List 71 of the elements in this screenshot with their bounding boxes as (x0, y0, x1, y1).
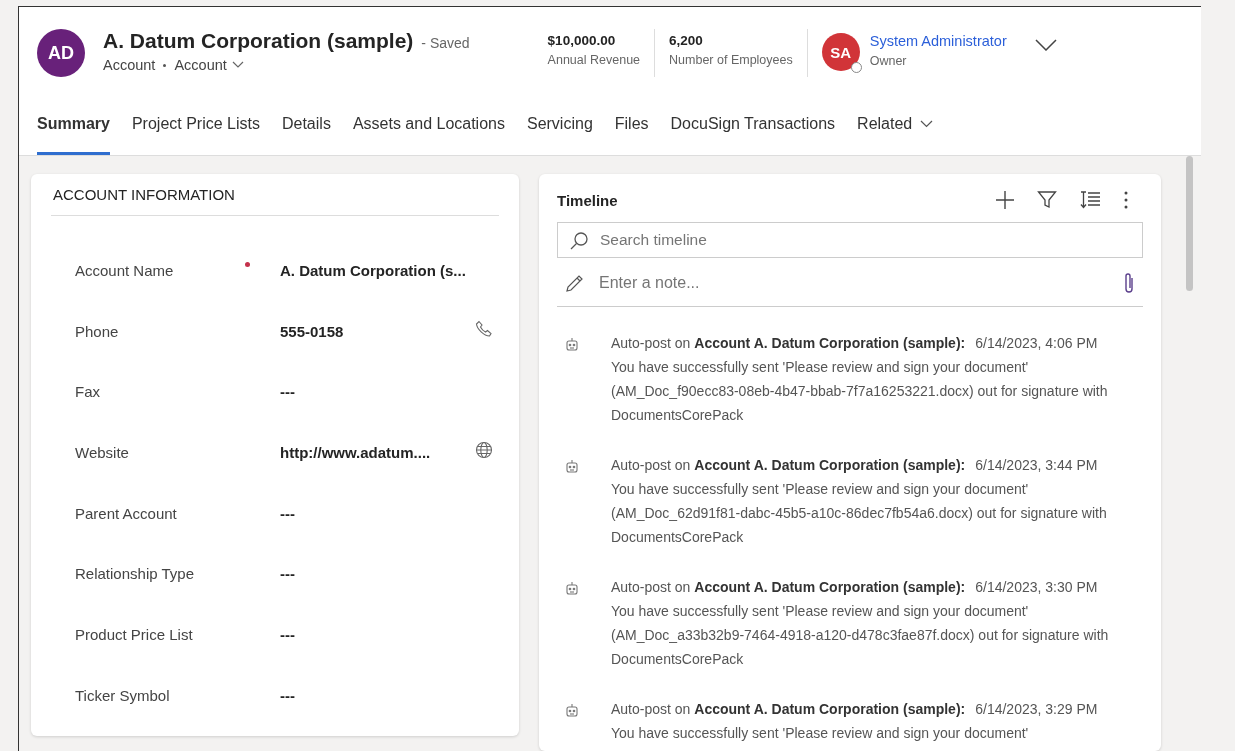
robot-icon (565, 703, 579, 719)
field-label: Fax (75, 383, 101, 401)
post-heading: Auto-post on Account A. Datum Corporation (sample): (611, 456, 966, 475)
scrollbar-thumb[interactable] (1186, 156, 1193, 291)
owner-link[interactable]: System Administrator (869, 33, 1007, 49)
tab[interactable]: Files (614, 93, 649, 155)
record-title: A. Datum Corporation (sample) (103, 29, 414, 53)
post-time: 6/14/2023, 3:29 PM (975, 700, 1098, 719)
form-selector[interactable]: Account (174, 57, 244, 73)
field-label: Phone (75, 322, 120, 340)
field-label: Ticker Symbol (75, 686, 171, 704)
field-label: Account Name (75, 261, 175, 279)
tab[interactable]: Related (857, 93, 934, 155)
field-value[interactable]: --- (280, 565, 475, 583)
field-label: Product Price List (75, 625, 194, 643)
chevron-down-icon[interactable] (1034, 39, 1057, 51)
field-value[interactable]: http://www.adatum.... (280, 443, 475, 461)
post-body: You have successfully sent 'Please review and sign your document' (AM_Doc_62d91f81-dabc-45b5-a10c-86dec7fb54a6.docx) out for signature with DocumentsCorePack (611, 480, 1108, 547)
tab[interactable]: DocuSign Transactions (670, 93, 836, 155)
tab[interactable]: Summary (37, 93, 110, 155)
post-body: You have successfully sent 'Please review and sign your document' (611, 724, 1030, 743)
sort-icon[interactable] (1079, 190, 1101, 210)
owner-avatar: SA (821, 33, 860, 71)
field-value[interactable]: --- (280, 504, 475, 522)
separator-dot-icon (163, 63, 167, 67)
header-field-label: Annual Revenue (547, 53, 641, 67)
account-avatar: AD (37, 29, 85, 77)
note-field[interactable]: Enter a note... (599, 274, 1109, 292)
more-icon[interactable] (1123, 190, 1129, 210)
header-field-label: Number of Employees (669, 53, 793, 67)
section-title: ACCOUNT INFORMATION (51, 186, 499, 216)
field-label: Relationship Type (75, 565, 195, 583)
entity-name: Account (103, 57, 156, 73)
pencil-icon (565, 273, 585, 293)
field-value[interactable]: --- (280, 625, 475, 643)
post-heading: Auto-post on Account A. Datum Corporation (sample): (611, 334, 966, 353)
search-field[interactable]: Search timeline (557, 222, 1143, 258)
globe-icon[interactable] (475, 441, 493, 460)
tab[interactable]: Project Price Lists (131, 93, 260, 155)
robot-icon (565, 581, 579, 597)
header-field-value: $10,000.00 (547, 33, 617, 48)
tab[interactable]: Details (281, 93, 331, 155)
paperclip-icon[interactable] (1123, 272, 1135, 294)
post-heading: Auto-post on Account A. Datum Corporation (sample): (611, 578, 966, 597)
save-status: - Saved (421, 35, 470, 51)
field-value[interactable]: --- (280, 383, 475, 401)
field-label: Parent Account (75, 504, 178, 522)
post-body: You have successfully sent 'Please review and sign your document' (AM_Doc_f90ecc83-08eb-4b47-bbab-7f7a16253221.docx) out for signature with DocumentsCorePack (611, 358, 1109, 425)
presence-icon (850, 62, 862, 73)
post-time: 6/14/2023, 4:06 PM (975, 334, 1098, 353)
chevron-down-icon (231, 61, 244, 69)
plus-icon[interactable] (995, 190, 1015, 210)
tab[interactable]: Servicing (526, 93, 593, 155)
timeline-title: Timeline (557, 191, 618, 209)
field-value[interactable]: 555-0158 (280, 322, 475, 340)
field-label: Website (75, 443, 130, 461)
tab[interactable]: Assets and Locations (352, 93, 505, 155)
post-time: 6/14/2023, 3:30 PM (975, 578, 1098, 597)
filter-icon[interactable] (1037, 190, 1057, 210)
owner-label: Owner (869, 54, 908, 68)
field-value[interactable]: --- (280, 686, 475, 704)
robot-icon (565, 459, 579, 475)
phone-icon[interactable] (475, 320, 493, 339)
post-body: You have successfully sent 'Please review and sign your document' (AM_Doc_a33b32b9-7464-4918-a120-d478c3fae87f.docx) out for signature with DocumentsCorePack (611, 602, 1110, 669)
field-value[interactable]: A. Datum Corporation (s... (280, 261, 475, 279)
post-time: 6/14/2023, 3:44 PM (975, 456, 1098, 475)
search-icon (569, 231, 589, 251)
header-field-value: 6,200 (669, 33, 704, 48)
chevron-down-icon (920, 120, 934, 128)
robot-icon (565, 337, 579, 353)
post-heading: Auto-post on Account A. Datum Corporation (sample): (611, 700, 966, 719)
